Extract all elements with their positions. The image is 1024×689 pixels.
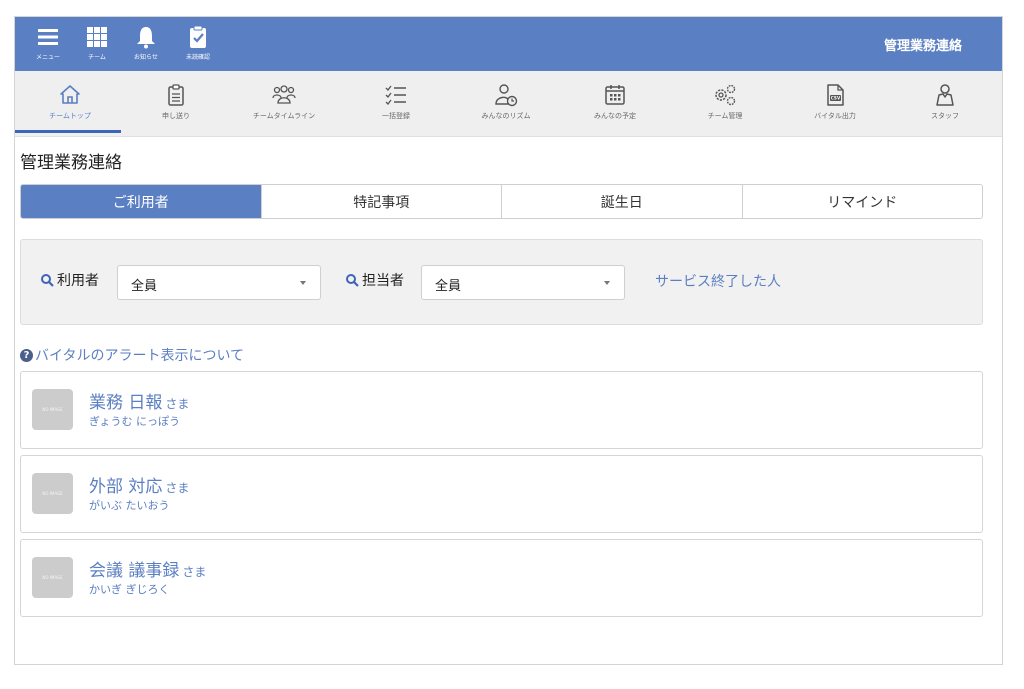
top-bar: メニュー チーム お知らせ 未読確認 管理業務連絡 [15, 17, 1002, 71]
nav-item-everyone-schedule[interactable]: みんなの予定 [560, 71, 670, 137]
avatar: NO IMAGE [32, 557, 73, 598]
top-bar-title: 管理業務連絡 [883, 39, 962, 54]
staff-filter-label-text: 担当者 [362, 273, 404, 289]
nav-item-vital-export[interactable]: CSV バイタル出力 [780, 71, 890, 137]
filter-panel: 利用者 全員 担当者 全員 サービス終了した人 [20, 239, 983, 325]
user-card[interactable]: NO IMAGE 業務 日報 さま ぎょうむ にっぽう [20, 371, 983, 449]
team-nav: チームトップ 申し送り チームタイムライン 一括登録 みんなのリズム みんなの予… [15, 71, 1002, 137]
user-name-text: 会議 議事録 [89, 561, 180, 581]
calendar-icon [605, 85, 625, 105]
nav-item-team-timeline[interactable]: チームタイムライン [229, 71, 339, 137]
unread-check-button-label: 未読確認 [185, 54, 210, 61]
nav-item-label: チームトップ [49, 112, 91, 120]
user-kana: がいぶ たいおう [89, 499, 170, 512]
tab-special-notes[interactable]: 特記事項 [261, 185, 502, 218]
chevron-down-icon [300, 281, 306, 285]
user-name-text: 外部 対応 [89, 477, 163, 497]
app-frame: メニュー チーム お知らせ 未読確認 管理業務連絡 チームトップ 申し送り チー… [14, 16, 1003, 665]
staff-select-value: 全員 [435, 279, 462, 294]
vital-alert-info-text: バイタルのアラート表示について [35, 348, 245, 364]
honorific: さま [165, 481, 190, 495]
nav-item-label: みんなの予定 [594, 112, 636, 120]
person-clock-icon [495, 84, 518, 107]
nav-item-label: 申し送り [162, 112, 190, 120]
menu-button-label: メニュー [35, 54, 60, 61]
user-kana: ぎょうむ にっぽう [89, 415, 180, 428]
notifications-button[interactable]: お知らせ [126, 21, 166, 67]
content-tabs: ご利用者 特記事項 誕生日 リマインド [20, 184, 983, 219]
question-circle-icon: ? [20, 348, 33, 362]
nav-item-handover[interactable]: 申し送り [121, 71, 231, 137]
user-kana: かいぎ ぎじろく [89, 583, 170, 596]
user-card[interactable]: NO IMAGE 会議 議事録 さま かいぎ ぎじろく [20, 539, 983, 617]
svg-text:CSV: CSV [831, 96, 841, 101]
clipboard-check-icon [190, 25, 206, 48]
staff-select[interactable]: 全員 [421, 265, 625, 300]
staff-icon [936, 84, 954, 106]
user-filter-label-text: 利用者 [57, 273, 99, 289]
menu-button[interactable]: メニュー [28, 21, 68, 67]
avatar: NO IMAGE [32, 473, 73, 514]
clipboard-list-icon [168, 84, 184, 106]
nav-item-bulk-register[interactable]: 一括登録 [341, 71, 451, 137]
user-select-value: 全員 [131, 279, 158, 294]
user-card[interactable]: NO IMAGE 外部 対応 さま がいぶ たいおう [20, 455, 983, 533]
page-title: 管理業務連絡 [20, 153, 122, 173]
nav-item-staff[interactable]: スタッフ [890, 71, 1000, 137]
search-icon [346, 274, 359, 287]
nav-item-label: チームタイムライン [252, 112, 316, 120]
team-button-label: チーム [88, 54, 106, 61]
avatar: NO IMAGE [32, 389, 73, 430]
gears-icon [715, 84, 736, 106]
staff-filter-label: 担当者 [345, 270, 404, 290]
honorific: さま [165, 397, 190, 411]
team-button[interactable]: チーム [77, 21, 117, 67]
user-name-text: 業務 日報 [89, 393, 163, 413]
user-name: 外部 対応 さま [89, 472, 189, 497]
nav-item-label: スタッフ [931, 112, 959, 120]
search-icon [41, 274, 54, 287]
nav-item-everyone-rhythm[interactable]: みんなのリズム [451, 71, 561, 137]
tab-users[interactable]: ご利用者 [21, 185, 262, 218]
nav-item-label: 一括登録 [382, 112, 410, 120]
vital-alert-info-link[interactable]: ? バイタルのアラート表示について [20, 345, 244, 365]
csv-file-icon: CSV [827, 84, 844, 106]
grid-icon [87, 27, 107, 47]
user-filter-label: 利用者 [40, 270, 99, 290]
chevron-down-icon [604, 281, 610, 285]
nav-item-label: みんなのリズム [481, 112, 531, 120]
nav-item-team-top[interactable]: チームトップ [15, 71, 125, 137]
bell-icon [137, 27, 155, 49]
tab-reminders[interactable]: リマインド [742, 185, 982, 218]
checklist-icon [385, 85, 406, 105]
ended-service-link[interactable]: サービス終了した人 [655, 271, 781, 291]
nav-item-label: バイタル出力 [814, 112, 856, 120]
user-name: 会議 議事録 さま [89, 556, 206, 581]
notifications-button-label: お知らせ [134, 54, 158, 61]
unread-check-button[interactable]: 未読確認 [178, 21, 218, 67]
user-select[interactable]: 全員 [117, 265, 321, 300]
home-icon [60, 85, 80, 104]
nav-item-label: チーム管理 [707, 112, 743, 120]
honorific: さま [182, 565, 207, 579]
people-icon [272, 85, 296, 104]
active-tab-indicator [15, 130, 121, 133]
tab-birthdays[interactable]: 誕生日 [502, 185, 743, 218]
nav-item-team-management[interactable]: チーム管理 [670, 71, 780, 137]
menu-icon [38, 29, 58, 45]
user-name: 業務 日報 さま [89, 388, 189, 413]
